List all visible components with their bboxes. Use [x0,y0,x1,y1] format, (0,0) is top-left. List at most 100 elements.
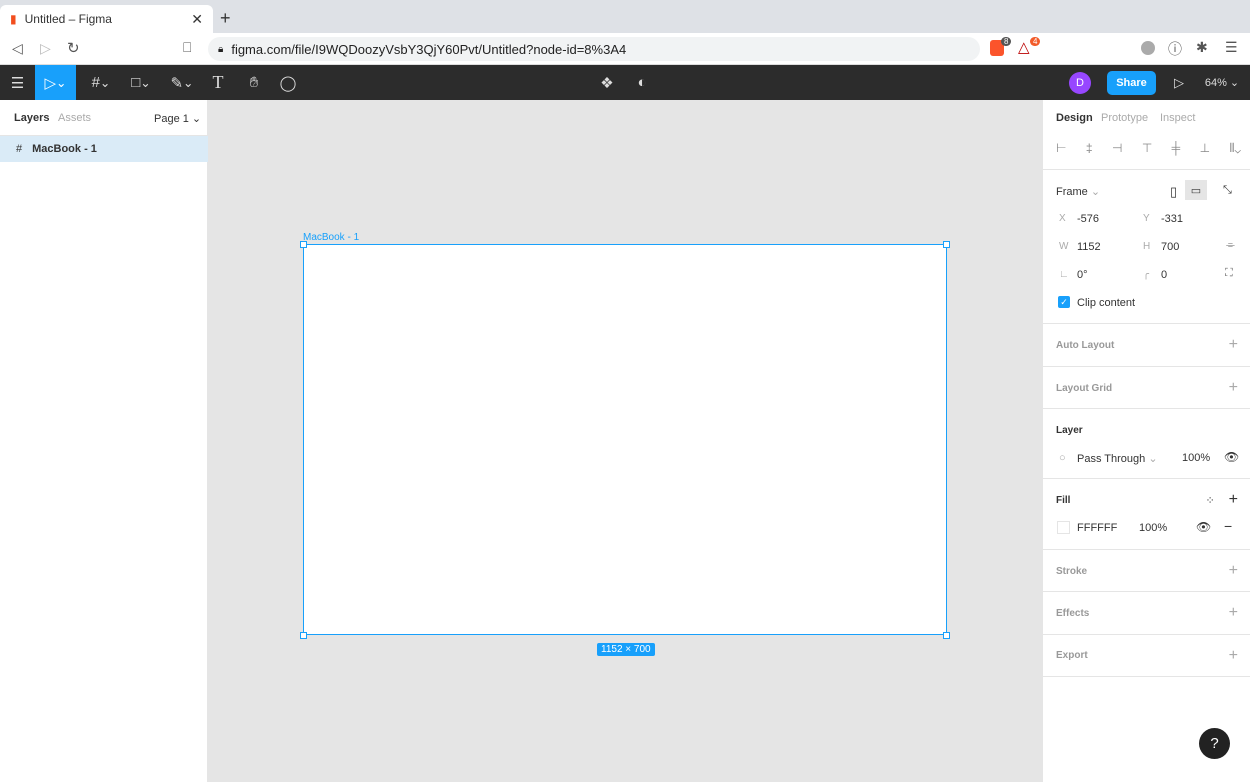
h-label: H [1143,241,1151,252]
radius-input[interactable]: 0 [1161,269,1167,281]
avatar[interactable]: D [1069,71,1091,94]
close-tab-icon[interactable]: ✕ [191,11,203,28]
align-center-icon[interactable]: ‡ [1086,141,1093,156]
hand-tool-icon[interactable]: ✋︎ [242,65,266,100]
clip-content-checkbox[interactable]: ✓ [1058,296,1070,308]
remove-fill-icon[interactable]: − [1224,518,1232,534]
resize-to-fit-icon[interactable]: ⤡ [1223,184,1232,197]
resize-handle[interactable] [300,241,307,248]
url-field[interactable]: 🔒︎ figma.com/file/I9WQDoozyVsbY3QjY60Pvt/… [208,37,980,61]
w-label: W [1059,241,1069,252]
page-selector[interactable]: Page 1 ⌄ [154,112,201,125]
shape-tool-icon[interactable]: □ ⌄ [124,65,158,100]
effects-section: Effects + [1043,591,1250,634]
distribute-icon[interactable]: ⫴⌄ [1229,141,1241,156]
y-input[interactable]: -331 [1161,213,1183,225]
resize-handle[interactable] [943,241,950,248]
layer-section: Layer [1043,408,1250,451]
present-icon[interactable]: ▷ [1168,65,1190,100]
rotation-icon: ∟ [1059,269,1069,280]
tab-design[interactable]: Design [1056,112,1093,124]
resize-handle[interactable] [300,632,307,639]
add-export-icon[interactable]: + [1229,647,1238,665]
browser-tab-bar: ▮ Untitled – Figma ✕ + [0,0,1250,33]
frame-icon: # [16,143,23,155]
constrain-proportions-icon[interactable]: ⌯ [1226,239,1235,252]
extension-icon[interactable] [1141,41,1155,55]
x-input[interactable]: -576 [1077,213,1099,225]
url-text: figma.com/file/I9WQDoozyVsbY3QjY60Pvt/Un… [231,41,627,57]
text-tool-icon[interactable]: T [207,65,229,100]
page-name: Page 1 [154,113,189,125]
layer-opacity-input[interactable]: 100% [1182,452,1210,464]
help-button[interactable]: ? [1199,728,1230,759]
blend-mode-value: Pass Through [1077,453,1146,465]
frame-preset-dropdown[interactable]: Frame ⌄ [1056,185,1100,198]
reload-icon[interactable]: ↻ [67,39,80,57]
add-auto-layout-icon[interactable]: + [1229,336,1238,354]
visibility-eye-icon[interactable]: 👁︎ [1224,450,1239,464]
password-manager-icon[interactable]: ⓘ [1168,39,1182,59]
stroke-section: Stroke + [1043,549,1250,592]
layout-grid-section: Layout Grid + [1043,366,1250,409]
browser-menu-icon[interactable]: ☰ [1225,39,1238,56]
fill-opacity-input[interactable]: 100% [1139,522,1167,534]
zoom-dropdown[interactable]: 64% ⌄ [1200,65,1244,100]
address-bar-row: ◁ ▷ ↻ ⎕ 🔒︎ figma.com/file/I9WQDoozyVsbY3Q… [0,33,1250,65]
frame-tool-icon[interactable]: # ⌄ [84,65,118,100]
fill-visibility-eye-icon[interactable]: 👁︎ [1196,520,1211,534]
align-top-icon[interactable]: ⊤ [1142,141,1152,156]
landscape-icon[interactable]: ▭ [1185,180,1207,200]
clip-content-label: Clip content [1077,297,1136,309]
add-layout-grid-icon[interactable]: + [1229,379,1238,397]
comment-tool-icon[interactable]: ◯ [276,65,300,100]
y-label: Y [1143,213,1150,224]
main-menu-icon[interactable]: ☰ [0,65,35,100]
add-fill-icon[interactable]: + [1229,491,1238,509]
align-bottom-icon[interactable]: ⊥ [1200,141,1210,156]
export-label: Export [1056,650,1088,661]
add-stroke-icon[interactable]: + [1229,562,1238,580]
fill-section: Fill ⁘ + [1043,478,1250,521]
bookmark-icon[interactable]: ⎕ [183,39,191,56]
fill-swatch[interactable] [1057,521,1070,534]
styles-icon[interactable]: ⁘ [1205,494,1214,507]
extensions-puzzle-icon[interactable]: ✱ [1196,39,1208,56]
layer-name: MacBook - 1 [32,143,97,155]
add-effect-icon[interactable]: + [1229,604,1238,622]
components-icon[interactable]: ❖ [596,65,618,100]
brave-badge: 8 [1001,37,1012,46]
share-button[interactable]: Share [1107,70,1156,95]
fill-hex-input[interactable]: FFFFFF [1077,522,1117,534]
portrait-icon[interactable]: ▯ [1170,184,1177,200]
move-tool-button[interactable]: ▷ ⌄ [35,65,76,100]
frame-label[interactable]: MacBook - 1 [303,232,359,243]
rotation-input[interactable]: 0° [1077,269,1088,281]
auto-layout-label: Auto Layout [1056,339,1115,351]
tab-layers[interactable]: Layers [14,112,49,124]
blend-mode-dropdown[interactable]: Pass Through ⌄ [1077,452,1158,465]
align-left-icon[interactable]: ⊢ [1056,141,1066,156]
layers-panel: Layers Assets Page 1 ⌄ # MacBook - 1 [0,100,208,782]
mask-icon[interactable]: ◐ [631,65,653,100]
align-right-icon[interactable]: ⊣ [1112,141,1122,156]
rewards-badge: 4 [1030,37,1041,46]
pen-tool-icon[interactable]: ✎ ⌄ [165,65,199,100]
forward-icon[interactable]: ▷ [40,40,51,57]
tab-inspect[interactable]: Inspect [1160,112,1195,124]
tab-assets[interactable]: Assets [58,112,91,124]
browser-tab[interactable]: ▮ Untitled – Figma ✕ [0,5,213,33]
new-tab-button[interactable]: + [220,8,231,29]
width-input[interactable]: 1152 [1077,241,1101,253]
height-input[interactable]: 700 [1161,241,1179,253]
resize-handle[interactable] [943,632,950,639]
tab-prototype[interactable]: Prototype [1101,112,1148,124]
independent-corners-icon[interactable]: ⛶ [1225,267,1233,280]
layer-item[interactable]: # MacBook - 1 [0,135,208,162]
auto-layout-section: Auto Layout + [1043,323,1250,366]
back-icon[interactable]: ◁ [12,40,23,57]
macbook-frame[interactable] [303,244,947,635]
align-middle-icon[interactable]: ╪ [1172,141,1181,156]
rewards-icon[interactable]: △ [1018,38,1030,56]
lock-icon: 🔒︎ [218,43,224,55]
